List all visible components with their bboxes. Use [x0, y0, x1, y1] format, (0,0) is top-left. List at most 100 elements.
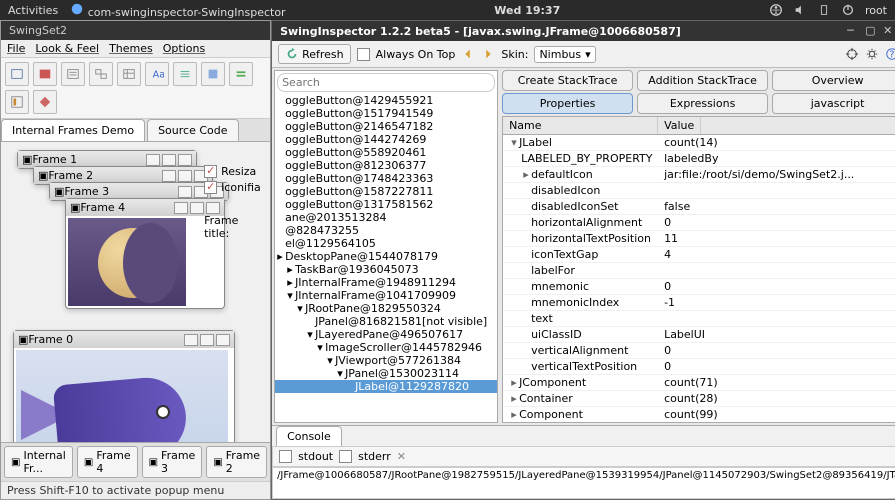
tree-item[interactable]: oggleButton@1317581562	[275, 198, 497, 211]
minimize-icon[interactable]	[146, 154, 160, 166]
property-row[interactable]: horizontalTextPosition11	[503, 231, 895, 247]
tab-expressions[interactable]: Expressions	[637, 93, 768, 114]
tab-source-code[interactable]: Source Code	[147, 119, 238, 141]
tree-item[interactable]: ▸DesktopPane@1544078179	[275, 250, 497, 263]
tree-item[interactable]: ▾JInternalFrame@1041709909	[275, 289, 497, 302]
tree-item[interactable]: ▾JLayeredPane@496507617	[275, 328, 497, 341]
toolbar-button[interactable]	[89, 62, 113, 86]
tree-item[interactable]: el@1129564105	[275, 237, 497, 250]
maximize-icon[interactable]	[190, 202, 204, 214]
tree-item[interactable]: oggleButton@1587227811	[275, 185, 497, 198]
toolbar-button[interactable]	[61, 62, 85, 86]
tree-item[interactable]: oggleButton@812306377	[275, 159, 497, 172]
minimize-icon[interactable]	[184, 334, 198, 346]
minimize-icon[interactable]	[162, 170, 176, 182]
search-input[interactable]	[282, 76, 490, 89]
desktop-pane[interactable]: ▣Frame 1 ▣Frame 2 ▣Frame 3 ▣Frame 4 ▣Int…	[1, 142, 270, 442]
iconifiable-checkbox[interactable]	[204, 181, 217, 194]
property-row[interactable]: LABELED_BY_PROPERTYlabeledBy	[503, 151, 895, 167]
tree-item[interactable]: ▾JViewport@577261384	[275, 354, 497, 367]
toolbar-button[interactable]	[33, 62, 57, 86]
taskbar-item[interactable]: ▣ Frame 4	[77, 446, 138, 478]
tree-item[interactable]: ▾JPanel@1530023114	[275, 367, 497, 380]
property-row[interactable]: ▸defaultIconjar:file:/root/si/demo/Swing…	[503, 167, 895, 183]
stdout-checkbox[interactable]	[279, 450, 292, 463]
close-icon[interactable]	[178, 154, 192, 166]
internal-frame-4[interactable]: ▣Frame 4	[65, 198, 225, 309]
tab-create-stacktrace[interactable]: Create StackTrace	[502, 70, 633, 91]
property-row[interactable]: horizontalAlignment0	[503, 215, 895, 231]
stderr-checkbox[interactable]	[339, 450, 352, 463]
tab-internal-frames-demo[interactable]: Internal Frames Demo	[1, 119, 145, 141]
property-row[interactable]: disabledIcon	[503, 183, 895, 199]
toolbar-button[interactable]	[229, 62, 253, 86]
activities-button[interactable]: Activities	[8, 4, 58, 17]
taskbar-item[interactable]: ▣ Frame 2	[206, 446, 267, 478]
minimize-icon[interactable]	[174, 202, 188, 214]
maximize-icon[interactable]: ▢	[865, 24, 879, 38]
property-row[interactable]: text	[503, 311, 895, 327]
always-on-top-checkbox[interactable]	[357, 48, 370, 61]
help-icon[interactable]: ?	[885, 47, 895, 61]
tab-javascript[interactable]: javascript	[772, 93, 895, 114]
tree-item[interactable]: ▸TaskBar@1936045073	[275, 263, 497, 276]
tab-addition-stacktrace[interactable]: Addition StackTrace	[637, 70, 768, 91]
toolbar-button[interactable]	[173, 62, 197, 86]
property-row[interactable]: labelFor	[503, 263, 895, 279]
property-row[interactable]: ▸Containercount(28)	[503, 391, 895, 407]
property-row[interactable]: uiClassIDLabelUI	[503, 327, 895, 343]
toolbar-button[interactable]	[117, 62, 141, 86]
gear-icon[interactable]	[865, 47, 879, 61]
minimize-icon[interactable]: ─	[847, 24, 861, 38]
properties-table[interactable]: Name Value ▾JLabelcount(14)LABELED_BY_PR…	[502, 116, 895, 423]
menu-themes[interactable]: Themes	[109, 42, 153, 55]
internal-frame-0[interactable]: ▣Frame 0	[13, 330, 235, 442]
refresh-button[interactable]: Refresh	[278, 44, 351, 64]
toolbar-button[interactable]: Aa	[145, 62, 169, 86]
clear-console-icon[interactable]: ✕	[397, 450, 406, 463]
property-row[interactable]: verticalAlignment0	[503, 343, 895, 359]
col-name[interactable]: Name	[503, 117, 658, 134]
toolbar-button[interactable]	[33, 90, 57, 114]
tree-item[interactable]: JLabel@1129287820	[275, 380, 497, 393]
tree-item[interactable]: oggleButton@558920461	[275, 146, 497, 159]
maximize-icon[interactable]	[178, 170, 192, 182]
maximize-icon[interactable]	[200, 334, 214, 346]
property-row[interactable]: ▸JComponentcount(71)	[503, 375, 895, 391]
tab-overview[interactable]: Overview	[772, 70, 895, 91]
tab-console[interactable]: Console	[276, 426, 342, 446]
tree-item[interactable]: oggleButton@144274269	[275, 133, 497, 146]
volume-icon[interactable]	[793, 3, 807, 17]
property-row[interactable]: mnemonicIndex-1	[503, 295, 895, 311]
close-icon[interactable]	[216, 334, 230, 346]
toolbar-button[interactable]	[5, 90, 29, 114]
tree-item[interactable]: ane@2013513284	[275, 211, 497, 224]
tree-item[interactable]: oggleButton@1517941549	[275, 107, 497, 120]
crosshair-icon[interactable]	[845, 47, 859, 61]
search-box[interactable]	[277, 73, 495, 92]
property-row[interactable]: iconTextGap4	[503, 247, 895, 263]
taskbar-item[interactable]: ▣ Internal Fr...	[4, 446, 73, 478]
tree-item[interactable]: ▾JRootPane@1829550324	[275, 302, 497, 315]
property-row[interactable]: disabledIconSetfalse	[503, 199, 895, 215]
tree-item[interactable]: JPanel@816821581[not visible]	[275, 315, 497, 328]
tree-item[interactable]: oggleButton@1748423363	[275, 172, 497, 185]
property-row[interactable]: verticalTextPosition0	[503, 359, 895, 375]
tab-properties[interactable]: Properties	[502, 93, 633, 114]
accessibility-icon[interactable]	[769, 3, 783, 17]
minimize-icon[interactable]	[178, 186, 192, 198]
close-icon[interactable]: ✕	[883, 24, 895, 38]
menu-options[interactable]: Options	[163, 42, 205, 55]
tree-item[interactable]: ▾ImageScroller@1445782946	[275, 341, 497, 354]
user-label[interactable]: root	[865, 4, 887, 17]
property-row[interactable]: ▾JLabelcount(14)	[503, 135, 895, 151]
maximize-icon[interactable]	[162, 154, 176, 166]
toolbar-button[interactable]	[5, 62, 29, 86]
power-icon[interactable]	[841, 3, 855, 17]
component-tree[interactable]: oggleButton@1429455921oggleButton@151794…	[275, 94, 497, 422]
menu-file[interactable]: File	[7, 42, 25, 55]
tree-item[interactable]: ▸JInternalFrame@1948911294	[275, 276, 497, 289]
app-launcher[interactable]: com-swinginspector-SwingInspector	[70, 2, 285, 19]
resizable-checkbox[interactable]	[204, 165, 217, 178]
col-value[interactable]: Value	[658, 117, 701, 134]
